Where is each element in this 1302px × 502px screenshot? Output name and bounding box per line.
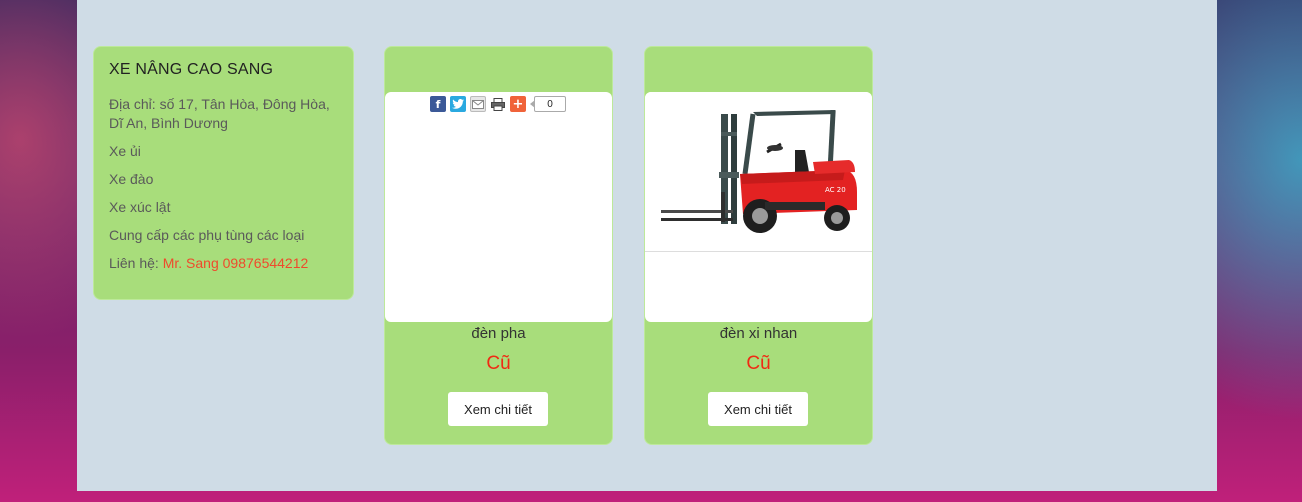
product-image-area: f + 0 <box>385 92 612 322</box>
service-item: Xe ủi <box>109 143 141 159</box>
product-condition: Cũ <box>746 353 771 374</box>
company-title: XE NÂNG CAO SANG <box>109 61 274 78</box>
contact-phone-link[interactable]: Mr. Sang 09876544212 <box>163 255 309 271</box>
contact-line: Liên hệ: Mr. Sang 09876544212 <box>109 254 338 273</box>
service-item: Xe xúc lật <box>109 199 171 215</box>
company-address: Địa chỉ: số 17, Tân Hòa, Đông Hòa, Dĩ An… <box>109 96 330 131</box>
svg-text:AC 20: AC 20 <box>825 186 846 194</box>
product-card: AC 20 đèn xi nhan Cũ Xem chi tiết <box>644 46 873 445</box>
company-info-panel: XE NÂNG CAO SANG Địa chỉ: số 17, Tân Hòa… <box>93 46 354 300</box>
service-item: Xe đào <box>109 171 154 187</box>
product-card: f + 0 đèn pha Cũ Xem chi tiết <box>384 46 613 445</box>
facebook-icon[interactable]: f <box>430 96 446 112</box>
print-icon[interactable] <box>490 96 506 112</box>
product-name: đèn xi nhan <box>719 325 798 342</box>
product-name: đèn pha <box>471 325 526 342</box>
product-condition: Cũ <box>486 353 511 374</box>
share-more-icon[interactable]: + <box>510 96 526 112</box>
service-item: Cung cấp các phụ tùng các loại <box>109 227 305 243</box>
main-content: XE NÂNG CAO SANG Địa chỉ: số 17, Tân Hòa… <box>77 0 1217 491</box>
twitter-icon[interactable] <box>450 96 466 112</box>
forklift-image: AC 20 <box>645 92 872 252</box>
share-count-badge: 0 <box>530 96 566 112</box>
share-toolbar: f + 0 <box>430 96 566 112</box>
view-details-button[interactable]: Xem chi tiết <box>448 392 548 426</box>
view-details-button[interactable]: Xem chi tiết <box>708 392 808 426</box>
product-image-area: AC 20 <box>645 92 872 322</box>
email-icon[interactable] <box>470 96 486 112</box>
contact-label: Liên hệ: <box>109 255 163 271</box>
